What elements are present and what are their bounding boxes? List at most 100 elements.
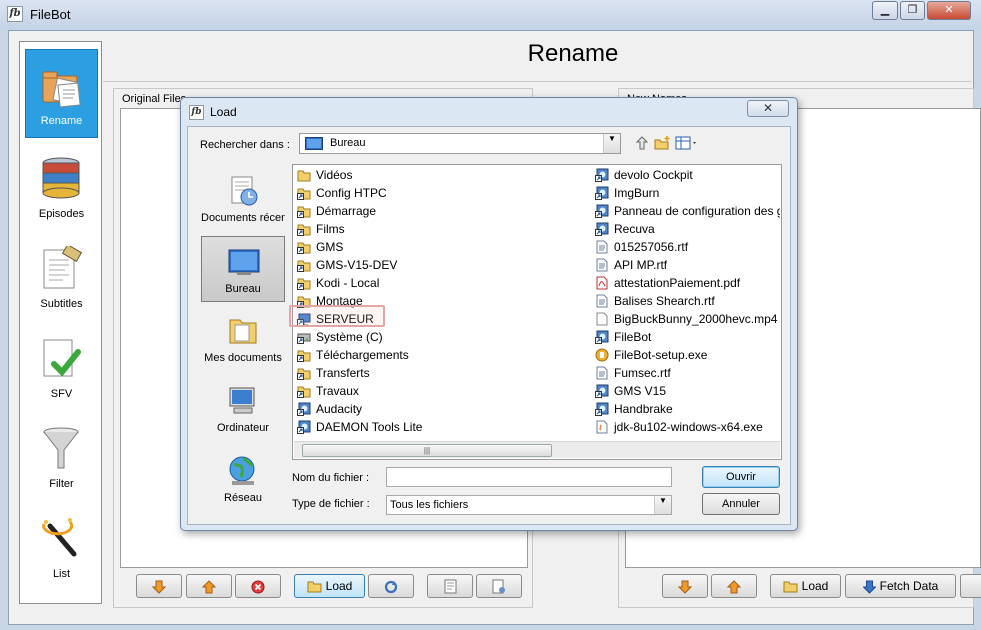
remove-button[interactable] xyxy=(235,574,281,598)
view-menu-icon[interactable] xyxy=(675,135,699,151)
more-toolbar-button[interactable] xyxy=(960,574,981,598)
document-icon xyxy=(596,366,608,380)
folder-shortcut-icon xyxy=(297,224,311,236)
file-item-name: FileBot xyxy=(614,330,652,344)
file-item[interactable]: Démarrage xyxy=(294,202,590,220)
arrow-up-icon xyxy=(726,580,742,594)
new-folder-icon[interactable] xyxy=(654,135,671,151)
scrollbar-thumb[interactable]: ||| xyxy=(302,444,552,457)
file-item[interactable]: devolo Cockpit xyxy=(592,166,780,184)
desktop-icon xyxy=(228,249,260,275)
file-item[interactable]: DAEMON Tools Lite xyxy=(294,418,590,436)
file-item[interactable]: Fumsec.rtf xyxy=(592,364,780,382)
open-button[interactable]: Ouvrir xyxy=(702,466,780,488)
sidebar-item-filter[interactable]: Filter xyxy=(20,410,103,498)
file-item-name: Démarrage xyxy=(316,204,377,218)
place-recent-documents[interactable]: Documents récents xyxy=(201,166,285,232)
maximize-button[interactable]: ❐ xyxy=(900,1,925,20)
original-files-label: Original Files xyxy=(122,93,189,105)
place-my-documents[interactable]: Mes documents xyxy=(201,306,285,372)
file-name-input[interactable] xyxy=(386,467,672,487)
application-shortcut-icon xyxy=(595,168,609,182)
recent-documents-icon xyxy=(231,176,258,206)
dialog-close-button[interactable]: ✕ xyxy=(747,100,789,117)
sidebar-item-subtitles[interactable]: Subtitles xyxy=(20,230,103,318)
fetch-data-button[interactable]: Fetch Data xyxy=(845,574,956,598)
file-item[interactable]: Téléchargements xyxy=(294,346,590,364)
close-button[interactable]: ✕ xyxy=(927,1,971,20)
file-item[interactable]: Kodi - Local xyxy=(294,274,590,292)
folder-open-icon xyxy=(783,581,798,593)
file-type-dropdown[interactable]: Tous les fichiers ▼ xyxy=(386,495,672,515)
file-column-1: Vidéos Config HTPC Démarrage Films GMS GMS-V1… xyxy=(294,166,590,436)
file-item[interactable]: Vidéos xyxy=(294,166,590,184)
file-item-name: GMS V15 xyxy=(614,384,667,398)
sidebar-item-episodes[interactable]: Episodes xyxy=(20,140,103,228)
right-load-button[interactable]: Load xyxy=(770,574,841,598)
up-folder-icon[interactable] xyxy=(634,135,650,151)
application-shortcut-icon xyxy=(595,384,609,398)
place-computer[interactable]: Ordinateur xyxy=(201,376,285,442)
dialog-body: Rechercher dans : Bureau ▼ Documents réc… xyxy=(187,126,791,525)
title-bar: fb FileBot ▁ ❐ ✕ xyxy=(0,0,981,30)
sidebar-item-sfv[interactable]: SFV xyxy=(20,320,103,408)
file-item-name: ImgBurn xyxy=(614,186,660,200)
move-up-button[interactable] xyxy=(186,574,232,598)
file-item[interactable]: BigBuckBunny_2000hevc.mp4 xyxy=(592,310,780,328)
folder-icon xyxy=(297,170,311,182)
file-item-name: Recuva xyxy=(614,222,655,236)
place-network[interactable]: Réseau xyxy=(201,446,285,512)
file-item[interactable]: FileBot xyxy=(592,328,780,346)
load-button[interactable]: Load xyxy=(294,574,365,598)
file-item[interactable]: jdk-8u102-windows-x64.exe xyxy=(592,418,780,436)
file-item[interactable]: Panneau de configuration des g xyxy=(592,202,780,220)
subtitles-icon xyxy=(43,246,82,289)
place-desktop[interactable]: Bureau xyxy=(201,236,285,302)
file-item[interactable]: API MP.rtf xyxy=(592,256,780,274)
sidebar-item-rename[interactable]: Rename xyxy=(25,49,98,138)
right-move-up-button[interactable] xyxy=(711,574,757,598)
file-item[interactable]: Transferts xyxy=(294,364,590,382)
file-item-name: Travaux xyxy=(316,384,359,398)
file-item[interactable]: GMS V15 xyxy=(592,382,780,400)
file-item[interactable]: Config HTPC xyxy=(294,184,590,202)
file-item[interactable]: attestationPaiement.pdf xyxy=(592,274,780,292)
refresh-button[interactable] xyxy=(368,574,414,598)
folder-open-icon xyxy=(307,581,322,593)
open-list-button[interactable] xyxy=(427,574,473,598)
file-item[interactable]: Travaux xyxy=(294,382,590,400)
place-label: Mes documents xyxy=(204,352,282,364)
file-item[interactable]: Films xyxy=(294,220,590,238)
file-item-name: DAEMON Tools Lite xyxy=(316,420,423,434)
file-item[interactable]: FileBot-setup.exe xyxy=(592,346,780,364)
move-down-button[interactable] xyxy=(136,574,182,598)
file-item[interactable]: Handbrake xyxy=(592,400,780,418)
installer-icon xyxy=(595,348,609,362)
file-item[interactable]: Balises Shearch.rtf xyxy=(592,292,780,310)
horizontal-scrollbar[interactable]: ||| xyxy=(294,441,780,458)
file-item[interactable]: ImgBurn xyxy=(592,184,780,202)
sidebar: Rename Episodes Subtitles SFV Filter Lis… xyxy=(19,41,102,604)
file-item[interactable]: Audacity xyxy=(294,400,590,418)
arrow-down-icon xyxy=(677,580,693,594)
look-in-value: Bureau xyxy=(330,137,366,149)
file-item[interactable]: Recuva xyxy=(592,220,780,238)
file-item[interactable]: GMS-V15-DEV xyxy=(294,256,590,274)
cancel-button[interactable]: Annuler xyxy=(702,493,780,515)
file-item-name: 015257056.rtf xyxy=(614,240,689,254)
file-item[interactable]: 015257056.rtf xyxy=(592,238,780,256)
file-list[interactable]: Vidéos Config HTPC Démarrage Films GMS GMS-V1… xyxy=(289,164,782,460)
folder-shortcut-icon xyxy=(297,350,311,362)
file-item[interactable]: Système (C) xyxy=(294,328,590,346)
right-move-down-button[interactable] xyxy=(662,574,708,598)
file-item-name: jdk-8u102-windows-x64.exe xyxy=(614,420,763,434)
look-in-dropdown[interactable]: Bureau ▼ xyxy=(299,133,621,154)
save-list-button[interactable] xyxy=(476,574,522,598)
sidebar-item-label: SFV xyxy=(50,388,73,400)
sidebar-item-list[interactable]: List xyxy=(20,500,103,588)
file-item-name: Films xyxy=(316,222,345,236)
file-item[interactable]: GMS xyxy=(294,238,590,256)
file-column-2: devolo Cockpit ImgBurn Panneau de configur… xyxy=(592,166,780,436)
download-arrow-icon xyxy=(862,580,876,594)
minimize-button[interactable]: ▁ xyxy=(872,1,898,20)
